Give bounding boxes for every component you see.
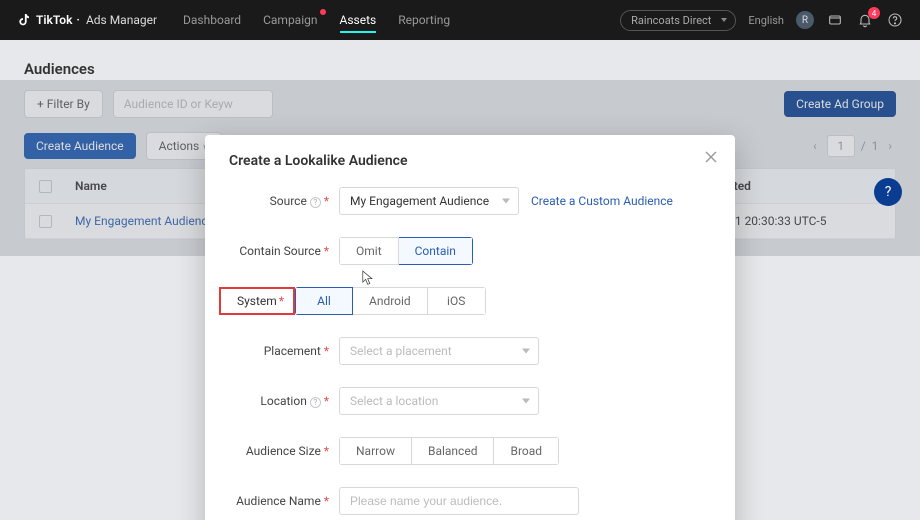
top-nav: Dashboard Campaign Assets Reporting xyxy=(183,1,450,39)
notification-dot-icon xyxy=(320,9,326,15)
field-contain-source: Contain Source* Omit Contain xyxy=(229,237,711,265)
avatar[interactable]: R xyxy=(796,11,814,29)
system-all[interactable]: All xyxy=(295,287,353,315)
location-select[interactable]: Select a location xyxy=(339,387,539,415)
system-label-highlight: System* xyxy=(219,287,295,315)
nav-dashboard[interactable]: Dashboard xyxy=(183,1,241,39)
nav-campaign[interactable]: Campaign xyxy=(263,1,317,39)
system-ios[interactable]: iOS xyxy=(428,287,486,315)
lookalike-modal: Create a Lookalike Audience Source?* My … xyxy=(205,135,735,520)
help-icon[interactable] xyxy=(886,11,904,29)
field-source: Source?* My Engagement Audience Create a… xyxy=(229,187,711,215)
cursor-icon xyxy=(360,269,374,287)
bell-badge: 4 xyxy=(868,7,880,19)
account-switcher[interactable]: Raincoats Direct xyxy=(620,10,736,31)
nav-reporting[interactable]: Reporting xyxy=(398,1,450,39)
inbox-icon[interactable] xyxy=(826,11,844,29)
field-location: Location?* Select a location xyxy=(229,387,711,415)
field-placement: Placement* Select a placement xyxy=(229,337,711,365)
page-title: Audiences xyxy=(24,60,896,78)
close-icon[interactable] xyxy=(703,149,719,165)
info-icon[interactable]: ? xyxy=(310,197,321,208)
top-bar: TikTok· Ads Manager Dashboard Campaign A… xyxy=(0,0,920,40)
modal-title: Create a Lookalike Audience xyxy=(229,153,711,169)
size-broad[interactable]: Broad xyxy=(494,437,559,465)
field-system: System* All Android iOS xyxy=(219,287,711,315)
brand-logo[interactable]: TikTok· Ads Manager xyxy=(16,12,157,28)
field-audience-name: Audience Name* xyxy=(229,487,711,515)
brand-name: TikTok xyxy=(36,13,72,27)
top-right: Raincoats Direct English R 4 xyxy=(620,10,904,31)
contain-contain[interactable]: Contain xyxy=(399,237,473,265)
source-select[interactable]: My Engagement Audience xyxy=(339,187,519,215)
placement-select[interactable]: Select a placement xyxy=(339,337,539,365)
system-segmented: All Android iOS xyxy=(295,287,486,315)
audience-size-segmented: Narrow Balanced Broad xyxy=(339,437,559,465)
tiktok-icon xyxy=(16,12,32,28)
info-icon[interactable]: ? xyxy=(310,397,321,408)
bell-icon[interactable]: 4 xyxy=(856,11,874,29)
help-fab[interactable]: ? xyxy=(874,178,902,206)
create-custom-audience-link[interactable]: Create a Custom Audience xyxy=(531,194,673,208)
field-audience-size: Audience Size* Narrow Balanced Broad xyxy=(229,437,711,465)
size-balanced[interactable]: Balanced xyxy=(412,437,495,465)
contain-omit[interactable]: Omit xyxy=(339,237,399,265)
audience-name-input[interactable] xyxy=(339,487,579,515)
system-android[interactable]: Android xyxy=(353,287,428,315)
size-narrow[interactable]: Narrow xyxy=(339,437,412,465)
brand-sub: Ads Manager xyxy=(86,13,157,27)
language-switcher[interactable]: English xyxy=(748,14,784,27)
contain-source-segmented: Omit Contain xyxy=(339,237,473,265)
nav-assets[interactable]: Assets xyxy=(340,1,377,39)
